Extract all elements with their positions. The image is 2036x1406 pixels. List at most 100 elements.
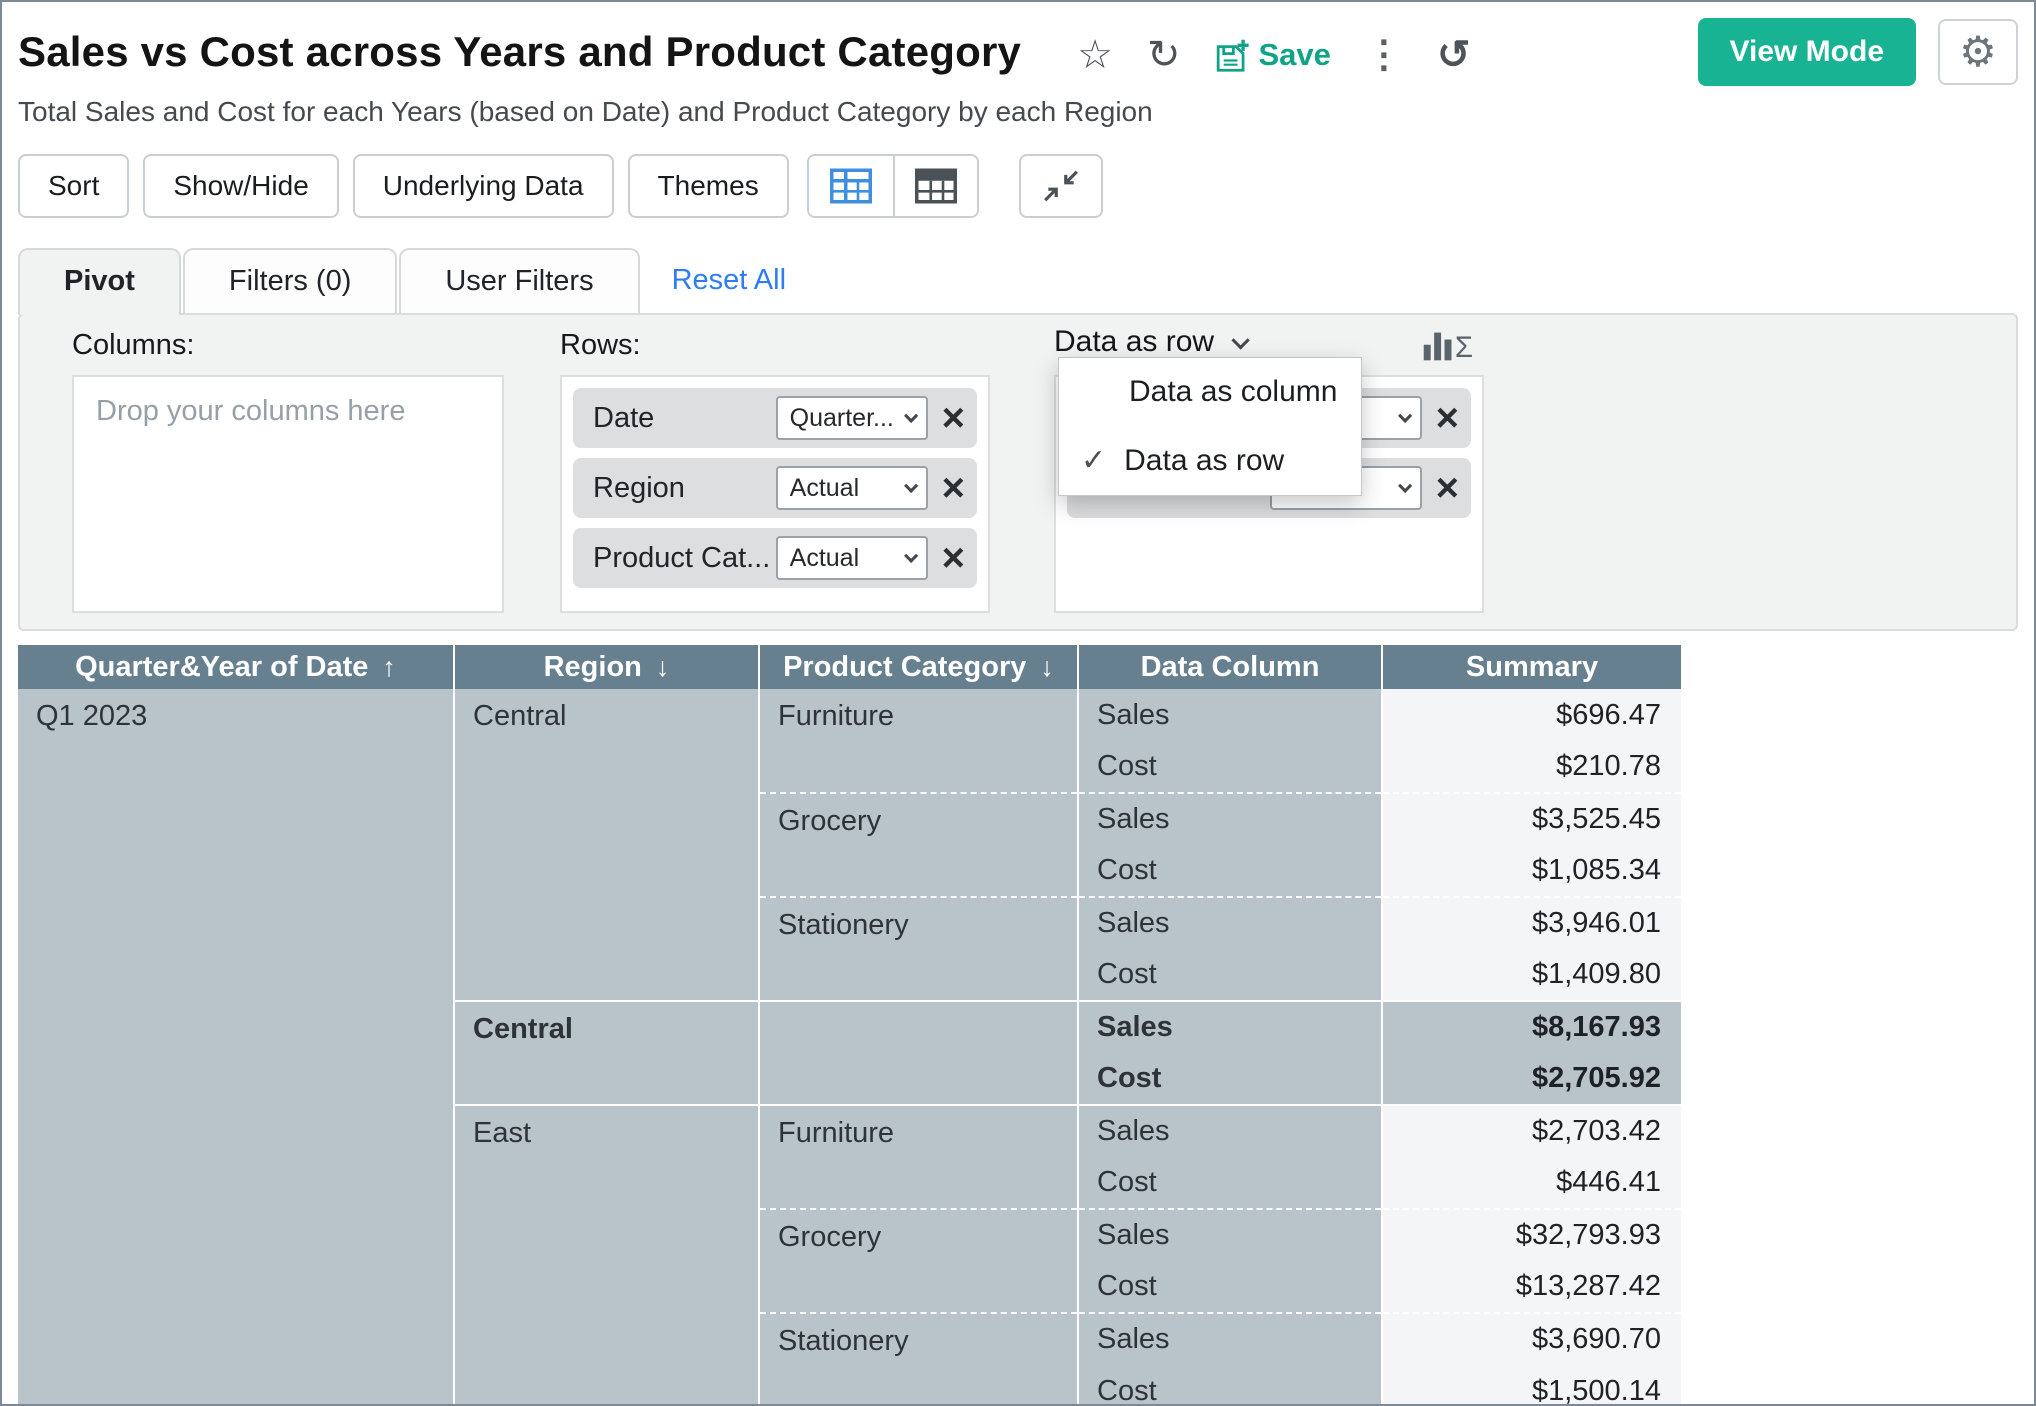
sort-asc-icon[interactable]: ↑ xyxy=(382,652,396,682)
sort-button[interactable]: Sort xyxy=(18,154,129,218)
metric-cell: Sales xyxy=(1078,1209,1382,1261)
app-window: Sales vs Cost across Years and Product C… xyxy=(0,0,2036,1406)
value-cell: $32,793.93 xyxy=(1382,1209,1682,1261)
sort-desc-icon[interactable]: ↓ xyxy=(656,652,670,682)
columns-placeholder: Drop your columns here xyxy=(96,395,405,427)
value-cell: $696.47 xyxy=(1382,689,1682,741)
menu-item-data-as-row[interactable]: ✓ Data as row xyxy=(1059,426,1361,495)
table-header-row: Quarter&Year of Date↑ Region↓ Product Ca… xyxy=(18,645,1682,689)
date-granularity-select[interactable]: Quarter... xyxy=(776,396,928,440)
category-cell: Stationery xyxy=(759,897,1078,1001)
category-cell-empty xyxy=(759,1001,1078,1105)
row-chip-date[interactable]: Date Quarter... × xyxy=(573,388,977,448)
metric-cell: Sales xyxy=(1078,1313,1382,1365)
col-header-summary[interactable]: Summary xyxy=(1382,645,1682,689)
value-cell: $3,690.70 xyxy=(1382,1313,1682,1365)
remove-field-icon[interactable]: × xyxy=(942,398,965,438)
category-cell: Stationery xyxy=(759,1313,1078,1406)
columns-label: Columns: xyxy=(72,329,195,362)
chart-summary-icon[interactable]: Σ xyxy=(1422,323,1474,363)
favorite-star-icon[interactable]: ☆ xyxy=(1077,35,1113,75)
metric-cell: Cost xyxy=(1078,949,1382,1001)
remove-field-icon[interactable]: × xyxy=(1436,468,1459,508)
value-cell: $3,525.45 xyxy=(1382,793,1682,845)
view-mode-button[interactable]: View Mode xyxy=(1698,18,1916,86)
category-cell: Grocery xyxy=(759,1209,1078,1313)
underlying-data-button[interactable]: Underlying Data xyxy=(353,154,614,218)
pivot-table: Quarter&Year of Date↑ Region↓ Product Ca… xyxy=(18,645,1683,1406)
menu-item-data-as-column[interactable]: Data as column xyxy=(1059,358,1361,426)
pivot-config-panel: Columns: Drop your columns here Rows: Da… xyxy=(18,313,2018,631)
sort-desc-icon[interactable]: ↓ xyxy=(1040,652,1054,682)
tab-pivot[interactable]: Pivot xyxy=(18,248,181,315)
rows-panel: Date Quarter... × Region Actual × Produc… xyxy=(560,375,990,613)
svg-text:Σ: Σ xyxy=(1455,331,1473,363)
data-mode-dropdown[interactable]: Data as row xyxy=(1054,325,1245,359)
value-cell: $1,500.14 xyxy=(1382,1365,1682,1406)
tab-user-filters[interactable]: User Filters xyxy=(399,248,639,313)
more-options-icon[interactable]: ⋮ xyxy=(1365,36,1403,74)
metric-cell: Sales xyxy=(1078,689,1382,741)
metric-cell: Cost xyxy=(1078,845,1382,897)
metric-cell: Sales xyxy=(1078,1105,1382,1157)
chevron-down-icon xyxy=(1232,331,1250,349)
data-mode-menu: Data as column ✓ Data as row xyxy=(1058,357,1362,496)
col-header-quarter[interactable]: Quarter&Year of Date↑ xyxy=(18,645,454,689)
metric-cell: Cost xyxy=(1078,1053,1382,1105)
category-cell: Furniture xyxy=(759,689,1078,793)
themes-button[interactable]: Themes xyxy=(628,154,789,218)
pivot-view-button[interactable] xyxy=(809,156,893,216)
metric-cell: Cost xyxy=(1078,741,1382,793)
undo-icon[interactable]: ↺ xyxy=(1437,35,1471,75)
data-mode-label: Data as row xyxy=(1054,325,1214,359)
category-mode-select[interactable]: Actual xyxy=(776,536,928,580)
remove-field-icon[interactable]: × xyxy=(942,538,965,578)
subtotal-value-cell: $2,705.92 xyxy=(1382,1053,1682,1105)
gear-icon: ⚙ xyxy=(1959,31,1997,73)
refresh-icon[interactable]: ↻ xyxy=(1147,35,1181,75)
metric-cell: Sales xyxy=(1078,1001,1382,1053)
pivot-table-icon xyxy=(830,168,872,204)
chevron-down-icon xyxy=(904,409,918,423)
row-chip-region[interactable]: Region Actual × xyxy=(573,458,977,518)
toolbar: Sort Show/Hide Underlying Data Themes xyxy=(18,154,2018,218)
region-mode-select[interactable]: Actual xyxy=(776,466,928,510)
chevron-down-icon xyxy=(904,549,918,563)
metric-cell: Sales xyxy=(1078,897,1382,949)
value-cell: $3,946.01 xyxy=(1382,897,1682,949)
page-subtitle: Total Sales and Cost for each Years (bas… xyxy=(18,96,2018,128)
report-header: Sales vs Cost across Years and Product C… xyxy=(18,18,2018,128)
rows-label: Rows: xyxy=(560,329,641,362)
metric-cell: Cost xyxy=(1078,1157,1382,1209)
collapse-button[interactable] xyxy=(1019,154,1103,218)
save-label: Save xyxy=(1258,37,1330,73)
table-row: Q1 2023 Central Furniture Sales $696.47 xyxy=(18,689,1682,741)
region-cell: Central xyxy=(454,689,759,1001)
value-cell: $13,287.42 xyxy=(1382,1261,1682,1313)
chevron-down-icon xyxy=(1398,409,1412,423)
col-header-data-column[interactable]: Data Column xyxy=(1078,645,1382,689)
save-button[interactable]: Save xyxy=(1214,37,1330,73)
region-subtotal-cell: Central xyxy=(454,1001,759,1105)
chevron-down-icon xyxy=(1398,479,1412,493)
row-chip-product-category[interactable]: Product Cat... Actual × xyxy=(573,528,977,588)
table-icon xyxy=(915,168,957,204)
col-header-category[interactable]: Product Category↓ xyxy=(759,645,1078,689)
subtotal-value-cell: $8,167.93 xyxy=(1382,1001,1682,1053)
page-title: Sales vs Cost across Years and Product C… xyxy=(18,28,1021,76)
category-cell: Grocery xyxy=(759,793,1078,897)
col-header-region[interactable]: Region↓ xyxy=(454,645,759,689)
columns-drop-zone[interactable]: Drop your columns here xyxy=(72,375,504,613)
remove-field-icon[interactable]: × xyxy=(942,468,965,508)
tab-filters[interactable]: Filters (0) xyxy=(183,248,397,313)
tabular-view-button[interactable] xyxy=(893,156,977,216)
region-cell: East xyxy=(454,1105,759,1406)
remove-field-icon[interactable]: × xyxy=(1436,398,1459,438)
value-cell: $2,703.42 xyxy=(1382,1105,1682,1157)
reset-all-link[interactable]: Reset All xyxy=(672,264,786,297)
settings-button[interactable]: ⚙ xyxy=(1938,19,2018,85)
show-hide-button[interactable]: Show/Hide xyxy=(143,154,338,218)
value-cell: $210.78 xyxy=(1382,741,1682,793)
tab-bar: Pivot Filters (0) User Filters Reset All xyxy=(18,248,2018,313)
metric-cell: Cost xyxy=(1078,1365,1382,1406)
